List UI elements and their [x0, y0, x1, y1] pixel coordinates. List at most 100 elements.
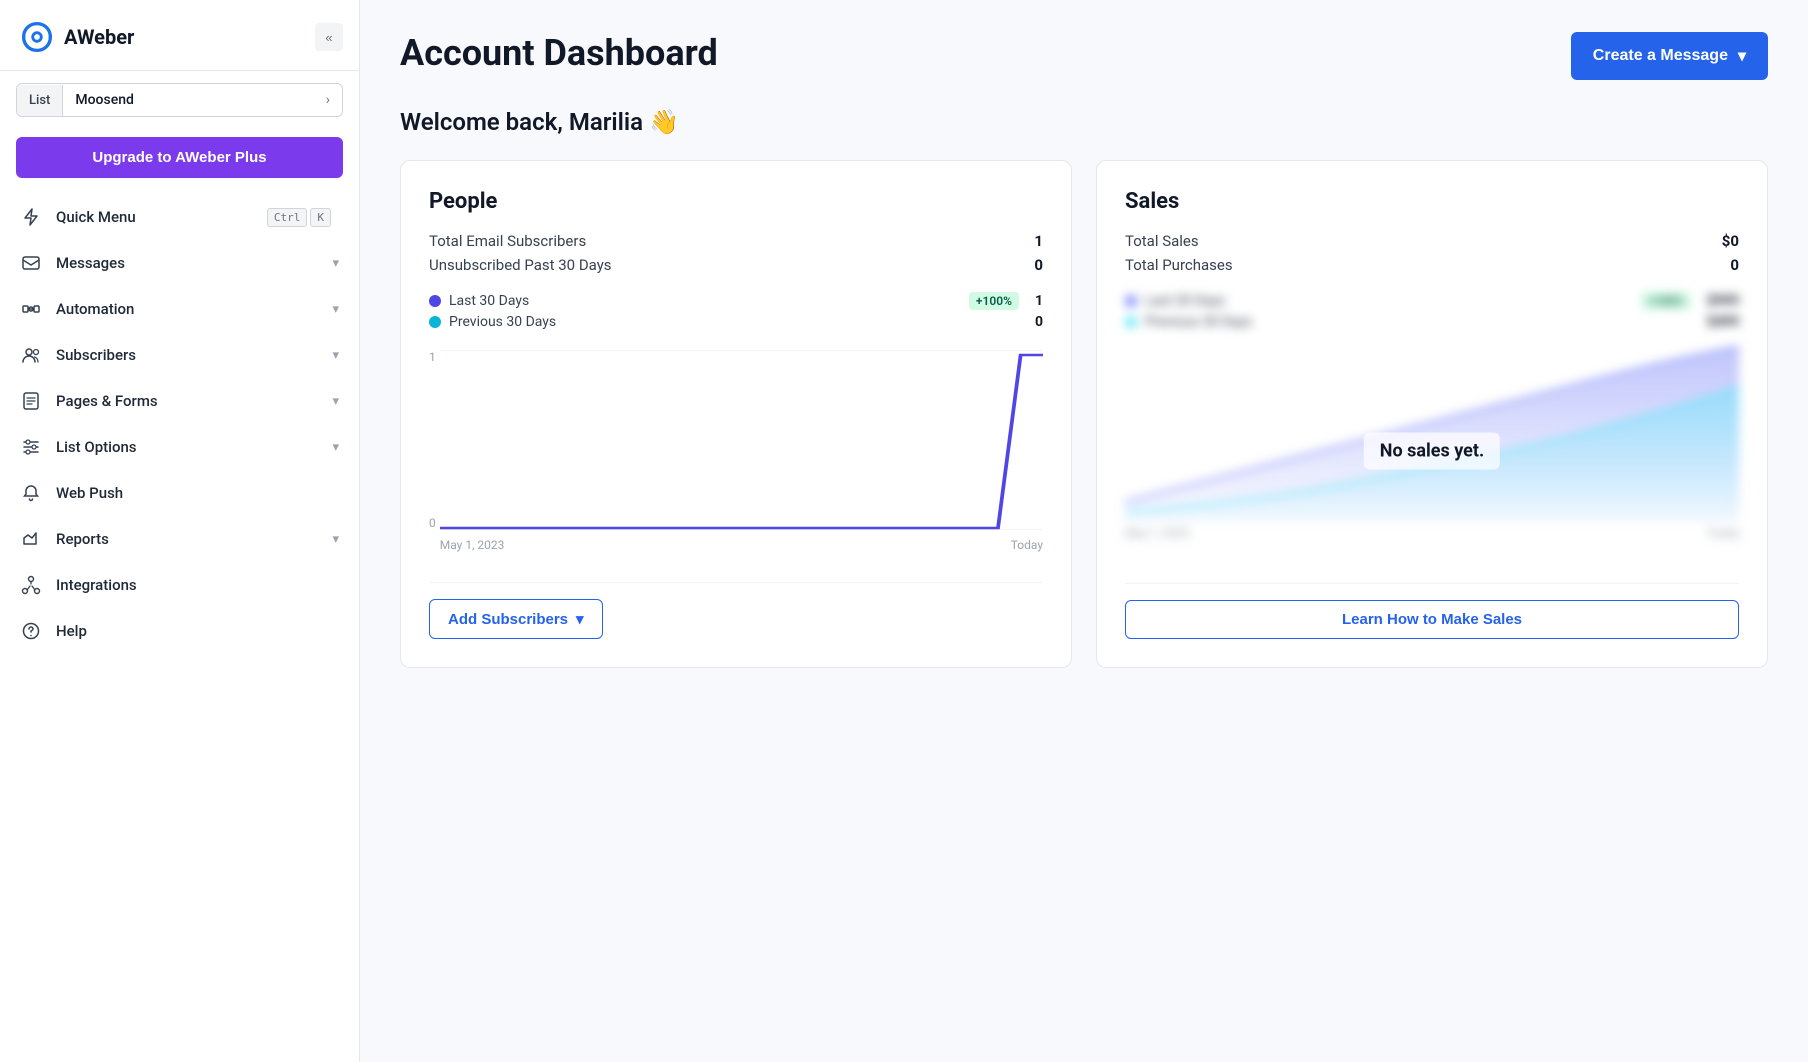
sales-card: Sales Total Sales $0 Total Purchases 0 L…: [1096, 160, 1768, 668]
legend-dot: [429, 295, 441, 307]
sales-card-title: Sales: [1125, 189, 1739, 214]
create-message-label: Create a Message: [1593, 47, 1728, 65]
lightning-icon: [20, 206, 42, 228]
pages-icon: [20, 390, 42, 412]
chevron-down-icon: ▾: [332, 348, 339, 363]
people-chart: 1 0 May 1, 2023 Today: [429, 350, 1043, 550]
chevron-down-icon: ▾: [332, 256, 339, 271]
stat-value: $0: [1722, 232, 1739, 250]
sidebar-item-label: Messages: [56, 254, 332, 272]
sidebar-item-label: List Options: [56, 438, 332, 456]
dashboard-grid: People Total Email Subscribers 1 Unsubsc…: [400, 160, 1768, 668]
chevron-down-icon: ▾: [1738, 46, 1746, 66]
stat-label: Unsubscribed Past 30 Days: [429, 256, 612, 274]
sidebar-item-label: Reports: [56, 530, 332, 548]
sales-card-footer: Learn How to Make Sales: [1125, 583, 1739, 639]
growth-badge: +100%: [969, 292, 1019, 310]
legend-label: Last 30 Days: [449, 293, 529, 309]
sidebar: AWeber « List Moosend › Upgrade to AWebe…: [0, 0, 360, 1062]
sidebar-nav: Quick Menu Ctrl K Messages ▾ Automation …: [0, 194, 359, 654]
sidebar-item-integrations[interactable]: Integrations: [0, 562, 359, 608]
list-chevron-icon[interactable]: ›: [314, 84, 342, 116]
sales-date-end: Today: [1707, 526, 1739, 540]
integrations-icon: [20, 574, 42, 596]
sidebar-item-messages[interactable]: Messages ▾: [0, 240, 359, 286]
stat-row-total-subscribers: Total Email Subscribers 1: [429, 232, 1043, 250]
sidebar-item-label: Web Push: [56, 484, 339, 502]
stat-value: 1: [1034, 232, 1043, 250]
sidebar-item-label: Help: [56, 622, 339, 640]
stat-row-unsubscribed: Unsubscribed Past 30 Days 0: [429, 256, 1043, 274]
add-subscribers-button[interactable]: Add Subscribers ▾: [429, 599, 603, 639]
legend-row-last30: Last 30 Days +100% 1: [429, 292, 1043, 310]
stat-label: Total Sales: [1125, 232, 1199, 250]
sidebar-item-reports[interactable]: Reports ▾: [0, 516, 359, 562]
sidebar-item-label: Quick Menu: [56, 208, 267, 226]
list-label: List: [17, 85, 63, 116]
chevron-down-icon: ▾: [332, 532, 339, 547]
sales-date-start: May 1, 2023: [1125, 526, 1190, 540]
sidebar-item-web-push[interactable]: Web Push: [0, 470, 359, 516]
stat-row-total-sales: Total Sales $0: [1125, 232, 1739, 250]
sidebar-item-pages-forms[interactable]: Pages & Forms ▾: [0, 378, 359, 424]
sidebar-header: AWeber «: [0, 0, 359, 71]
legend-row-prev30: Previous 30 Days 0: [429, 314, 1043, 330]
create-message-button[interactable]: Create a Message ▾: [1571, 32, 1768, 80]
legend-value: 1: [1035, 293, 1043, 309]
sidebar-item-subscribers[interactable]: Subscribers ▾: [0, 332, 359, 378]
chevron-down-icon: ▾: [332, 394, 339, 409]
bell-icon: [20, 482, 42, 504]
y-axis-label: 1: [429, 350, 436, 364]
sidebar-item-automation[interactable]: Automation ▾: [0, 286, 359, 332]
welcome-text: Welcome back, Marilia: [400, 108, 643, 136]
logo: AWeber: [16, 16, 134, 58]
shortcut-keys: Ctrl K: [267, 208, 331, 227]
question-icon: [20, 620, 42, 642]
chart-icon: [20, 528, 42, 550]
sidebar-item-label: Integrations: [56, 576, 339, 594]
logo-text: AWeber: [64, 25, 134, 49]
welcome-message: Welcome back, Marilia 👋: [400, 108, 1768, 136]
list-selector[interactable]: List Moosend ›: [16, 83, 343, 117]
people-icon: [20, 344, 42, 366]
sales-chart-wrapper: May 1, 2023 Today No sales yet.: [1125, 342, 1739, 559]
sales-legend-blurred: Last 30 Days +100% $999 Previous 30 Days…: [1125, 292, 1739, 334]
people-card: People Total Email Subscribers 1 Unsubsc…: [400, 160, 1072, 668]
stat-row-total-purchases: Total Purchases 0: [1125, 256, 1739, 274]
wave-emoji: 👋: [649, 108, 679, 136]
chart-date-start: May 1, 2023: [440, 538, 505, 552]
chart-dates: May 1, 2023 Today: [440, 538, 1043, 552]
legend-value: 0: [1035, 314, 1043, 330]
chart-date-end: Today: [1011, 538, 1043, 552]
chevron-down-icon: ▾: [332, 302, 339, 317]
chevron-down-icon: ▾: [576, 610, 584, 628]
y-axis-label: 0: [429, 516, 436, 530]
legend-dot: [429, 316, 441, 328]
sidebar-item-label: Pages & Forms: [56, 392, 332, 410]
list-name: Moosend: [63, 84, 313, 116]
stat-label: Total Purchases: [1125, 256, 1233, 274]
learn-sales-button[interactable]: Learn How to Make Sales: [1125, 600, 1739, 639]
people-chart-svg: [440, 350, 1043, 530]
sidebar-item-list-options[interactable]: List Options ▾: [0, 424, 359, 470]
main-content: Account Dashboard Create a Message ▾ Wel…: [360, 0, 1808, 1062]
add-subscribers-label: Add Subscribers: [448, 611, 568, 628]
upgrade-button[interactable]: Upgrade to AWeber Plus: [16, 137, 343, 178]
envelope-icon: [20, 252, 42, 274]
sidebar-item-label: Automation: [56, 300, 332, 318]
sidebar-item-help[interactable]: Help: [0, 608, 359, 654]
sidebar-item-label: Subscribers: [56, 346, 332, 364]
sliders-icon: [20, 436, 42, 458]
no-sales-overlay: No sales yet.: [1364, 432, 1500, 469]
stat-value: 0: [1730, 256, 1739, 274]
automation-icon: [20, 298, 42, 320]
top-bar: Account Dashboard Create a Message ▾: [400, 32, 1768, 80]
sales-chart-dates: May 1, 2023 Today: [1125, 526, 1739, 540]
people-card-title: People: [429, 189, 1043, 214]
sidebar-collapse-button[interactable]: «: [315, 23, 343, 51]
people-card-footer: Add Subscribers ▾: [429, 582, 1043, 639]
legend-label: Previous 30 Days: [449, 314, 556, 330]
chevron-down-icon: ▾: [332, 440, 339, 455]
sidebar-item-quick-menu[interactable]: Quick Menu Ctrl K: [0, 194, 359, 240]
page-title: Account Dashboard: [400, 32, 718, 74]
